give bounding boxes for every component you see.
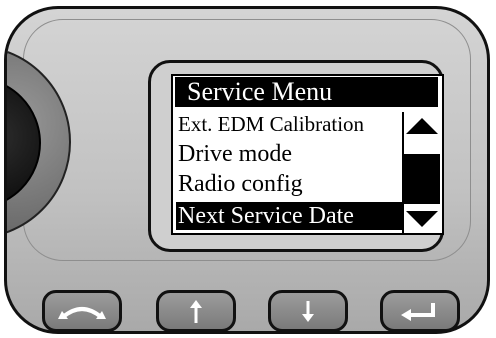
curved-arrow-icon: [58, 307, 106, 319]
scroll-down-button[interactable]: [404, 205, 440, 233]
lcd-screen: Service Menu Ext. EDM Calibration Drive …: [171, 74, 444, 235]
menu-item-next-service-date[interactable]: Next Service Date: [176, 202, 404, 230]
down-button[interactable]: [268, 290, 348, 332]
triangle-down-icon: [406, 211, 438, 227]
scrollbar[interactable]: [402, 112, 440, 233]
scrollbar-thumb[interactable]: [404, 154, 440, 204]
arrow-down-icon: [302, 301, 314, 322]
menu-title: Service Menu: [175, 77, 438, 107]
back-button[interactable]: [42, 290, 122, 332]
menu-item-drive-mode[interactable]: Drive mode: [176, 140, 404, 168]
arrow-up-icon: [190, 300, 202, 323]
up-button[interactable]: [156, 290, 236, 332]
menu-item-radio-config[interactable]: Radio config: [176, 170, 404, 198]
triangle-up-icon: [406, 118, 438, 134]
enter-button[interactable]: [380, 290, 460, 332]
menu-item-ext-edm-calibration[interactable]: Ext. EDM Calibration: [176, 110, 404, 138]
scroll-up-button[interactable]: [404, 112, 440, 140]
enter-return-icon: [401, 303, 435, 321]
